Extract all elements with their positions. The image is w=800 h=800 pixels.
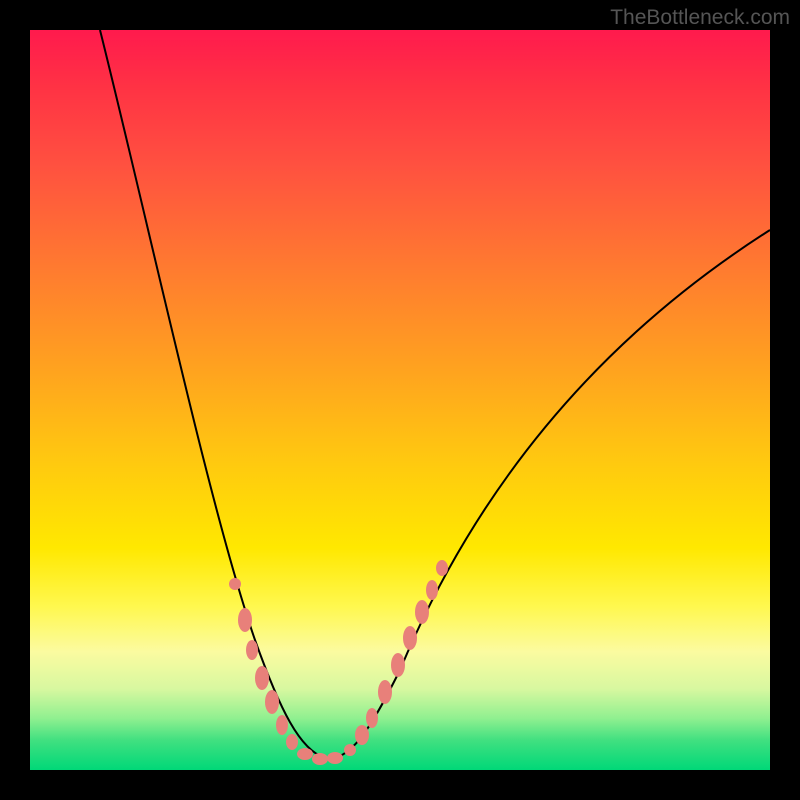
marker-point [255,666,269,690]
marker-point [238,608,252,632]
marker-point [312,753,328,765]
marker-point [426,580,438,600]
marker-group [229,560,448,765]
marker-point [276,715,288,735]
marker-point [391,653,405,677]
marker-point [265,690,279,714]
marker-point [246,640,258,660]
marker-point [378,680,392,704]
chart-svg [30,30,770,770]
marker-point [366,708,378,728]
marker-point [327,752,343,764]
marker-point [286,734,298,750]
marker-point [344,744,356,756]
marker-point [229,578,241,590]
marker-point [297,748,313,760]
watermark-text: TheBottleneck.com [610,6,790,30]
marker-point [355,725,369,745]
marker-point [403,626,417,650]
marker-point [436,560,448,576]
marker-point [415,600,429,624]
bottleneck-curve [100,30,770,758]
chart-plot-area [30,30,770,770]
